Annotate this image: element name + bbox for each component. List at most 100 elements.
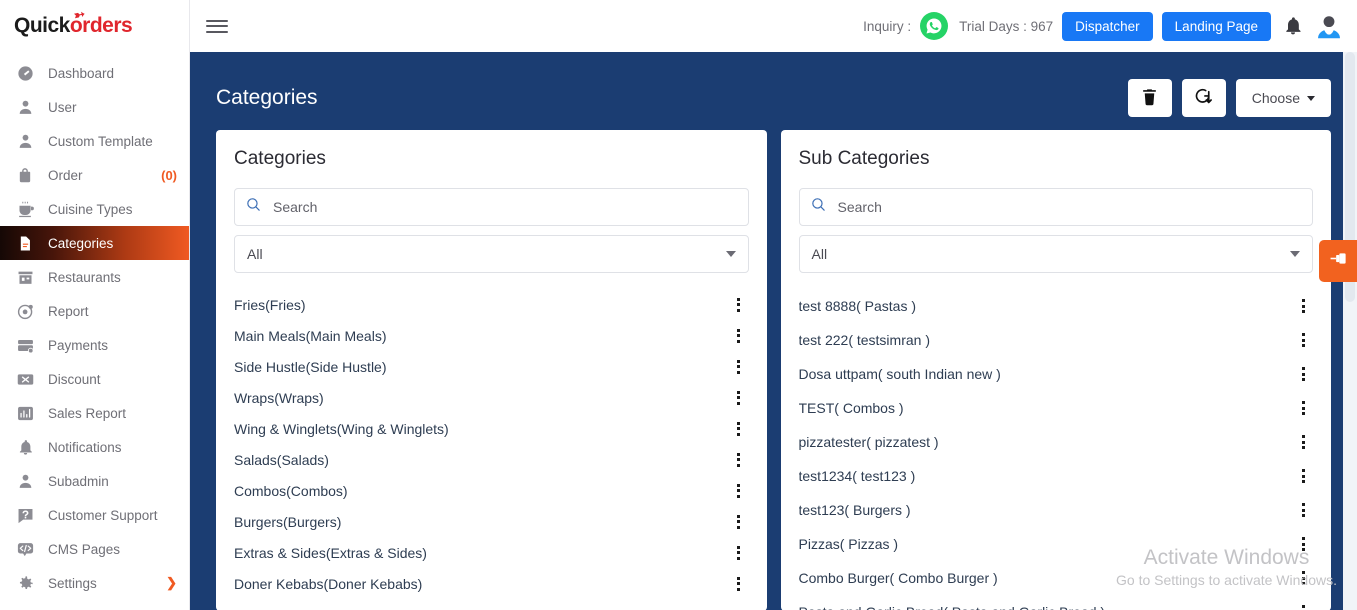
list-item-label[interactable]: TEST( Combos ) (799, 400, 904, 416)
discount-icon (14, 368, 36, 390)
list-item-label[interactable]: Salads(Salads) (234, 452, 329, 468)
sidebar-item-categories[interactable]: Categories (0, 226, 189, 260)
export-button[interactable] (1181, 79, 1226, 117)
sidebar-item-dashboard[interactable]: Dashboard (0, 56, 189, 90)
list-item[interactable]: test 222( testsimran ) (799, 323, 1314, 357)
sidebar-item-sales-report[interactable]: Sales Report (0, 396, 189, 430)
more-options-icon[interactable] (729, 480, 749, 502)
list-item[interactable]: Wing & Winglets(Wing & Winglets) (234, 413, 749, 444)
list-item-label[interactable]: Fries(Fries) (234, 297, 306, 313)
more-options-icon[interactable] (729, 511, 749, 533)
list-item-label[interactable]: Doner Kebabs(Doner Kebabs) (234, 576, 422, 592)
more-options-icon[interactable] (729, 449, 749, 471)
speedometer-icon (14, 62, 36, 84)
bell-icon[interactable] (1280, 12, 1306, 40)
more-options-icon[interactable] (729, 387, 749, 409)
list-item[interactable]: Salads(Salads) (234, 444, 749, 475)
list-item-label[interactable]: test 8888( Pastas ) (799, 298, 917, 314)
sidebar-item-report[interactable]: Report (0, 294, 189, 328)
sidebar-item-order[interactable]: Order (0) (0, 158, 189, 192)
more-options-icon[interactable] (729, 542, 749, 564)
list-item[interactable]: Doner Kebabs(Doner Kebabs) (234, 568, 749, 599)
list-item[interactable]: Dosa uttpam( south Indian new ) (799, 357, 1314, 391)
sidebar-item-settings[interactable]: Settings ❯ (0, 566, 189, 600)
categories-search-box[interactable] (234, 188, 749, 226)
choose-dropdown[interactable]: Choose (1235, 79, 1331, 117)
more-options-icon[interactable] (1293, 431, 1313, 453)
landing-page-button[interactable]: Landing Page (1161, 11, 1271, 41)
list-item[interactable]: Fries(Fries) (234, 289, 749, 320)
dispatcher-button[interactable]: Dispatcher (1062, 11, 1153, 41)
list-item-label[interactable]: test1234( test123 ) (799, 468, 916, 484)
list-item-label[interactable]: test 222( testsimran ) (799, 332, 931, 348)
more-options-icon[interactable] (729, 294, 749, 316)
list-item[interactable]: test123( Burgers ) (799, 493, 1314, 527)
list-item-label[interactable]: Combo Burger( Combo Burger ) (799, 570, 998, 586)
list-item[interactable]: test 8888( Pastas ) (799, 289, 1314, 323)
list-item[interactable]: Side Hustle(Side Hustle) (234, 351, 749, 382)
more-options-icon[interactable] (729, 325, 749, 347)
more-options-icon[interactable] (729, 573, 749, 595)
hamburger-icon[interactable] (206, 15, 228, 37)
list-item-label[interactable]: pizzatester( pizzatest ) (799, 434, 939, 450)
sidebar-item-restaurants[interactable]: Restaurants (0, 260, 189, 294)
theme-customizer-tab[interactable] (1319, 240, 1357, 282)
more-options-icon[interactable] (1293, 499, 1313, 521)
more-options-icon[interactable] (1293, 465, 1313, 487)
sidebar-item-custom-template[interactable]: Custom Template (0, 124, 189, 158)
search-icon (245, 196, 262, 218)
list-item-label[interactable]: Side Hustle(Side Hustle) (234, 359, 387, 375)
categories-search-input[interactable] (235, 189, 748, 225)
list-item-label[interactable]: Wraps(Wraps) (234, 390, 324, 406)
list-item[interactable]: Main Meals(Main Meals) (234, 320, 749, 351)
sidebar-item-user[interactable]: User (0, 90, 189, 124)
list-item[interactable]: Pasta and Garlic Bread( Pasta and Garlic… (799, 595, 1314, 610)
sidebar-item-cuisine-types[interactable]: Cuisine Types (0, 192, 189, 226)
subcategories-panel-title: Sub Categories (798, 148, 930, 169)
list-item[interactable]: Burgers(Burgers) (234, 506, 749, 537)
list-item[interactable]: TEST( Combos ) (799, 391, 1314, 425)
list-item-label[interactable]: Pasta and Garlic Bread( Pasta and Garlic… (799, 604, 1106, 610)
list-item-label[interactable]: Main Meals(Main Meals) (234, 328, 386, 344)
list-item-label[interactable]: Pizzas( Pizzas ) (799, 536, 899, 552)
list-item[interactable]: pizzatester( pizzatest ) (799, 425, 1314, 459)
list-item[interactable]: Combo Burger( Combo Burger ) (799, 561, 1314, 595)
list-item[interactable]: Extras & Sides(Extras & Sides) (234, 537, 749, 568)
list-item[interactable]: Combos(Combos) (234, 475, 749, 506)
more-options-icon[interactable] (729, 418, 749, 440)
list-item[interactable]: test1234( test123 ) (799, 459, 1314, 493)
categories-filter-select[interactable]: All (234, 235, 749, 273)
subcategories-filter-select[interactable]: All (798, 235, 1313, 273)
list-item[interactable]: Wraps(Wraps) (234, 382, 749, 413)
page-scrollbar[interactable] (1343, 52, 1357, 610)
list-item-label[interactable]: Wing & Winglets(Wing & Winglets) (234, 421, 449, 437)
whatsapp-icon[interactable] (920, 12, 949, 40)
list-item-label[interactable]: Burgers(Burgers) (234, 514, 341, 530)
list-item-label[interactable]: Combos(Combos) (234, 483, 348, 499)
more-options-icon[interactable] (1293, 363, 1313, 385)
brand-logo[interactable]: Quickorders ➳ (0, 0, 189, 52)
more-options-icon[interactable] (1293, 397, 1313, 419)
list-item-label[interactable]: Extras & Sides(Extras & Sides) (234, 545, 427, 561)
sidebar-item-discount[interactable]: Discount (0, 362, 189, 396)
list-item-label[interactable]: Dosa uttpam( south Indian new ) (799, 366, 1001, 382)
list-item-label[interactable]: test123( Burgers ) (799, 502, 911, 518)
delete-button[interactable] (1127, 79, 1172, 117)
more-options-icon[interactable] (1293, 295, 1313, 317)
more-options-icon[interactable] (1293, 601, 1313, 610)
more-options-icon[interactable] (1293, 329, 1313, 351)
sidebar-item-cms-pages[interactable]: CMS Pages (0, 532, 189, 566)
sidebar-item-customer-support[interactable]: Customer Support (0, 498, 189, 532)
subcategories-search-input[interactable] (799, 189, 1312, 225)
sidebar-item-payments[interactable]: Payments (0, 328, 189, 362)
sidebar-item-notifications[interactable]: Notifications (0, 430, 189, 464)
avatar[interactable] (1315, 12, 1343, 40)
list-item[interactable]: Pizzas( Pizzas ) (799, 527, 1314, 561)
more-options-icon[interactable] (1293, 533, 1313, 555)
sidebar-item-label: Order (48, 167, 83, 183)
more-options-icon[interactable] (729, 356, 749, 378)
report-icon (14, 300, 36, 322)
more-options-icon[interactable] (1293, 567, 1313, 589)
subcategories-search-box[interactable] (798, 188, 1313, 226)
sidebar-item-subadmin[interactable]: Subadmin (0, 464, 189, 498)
